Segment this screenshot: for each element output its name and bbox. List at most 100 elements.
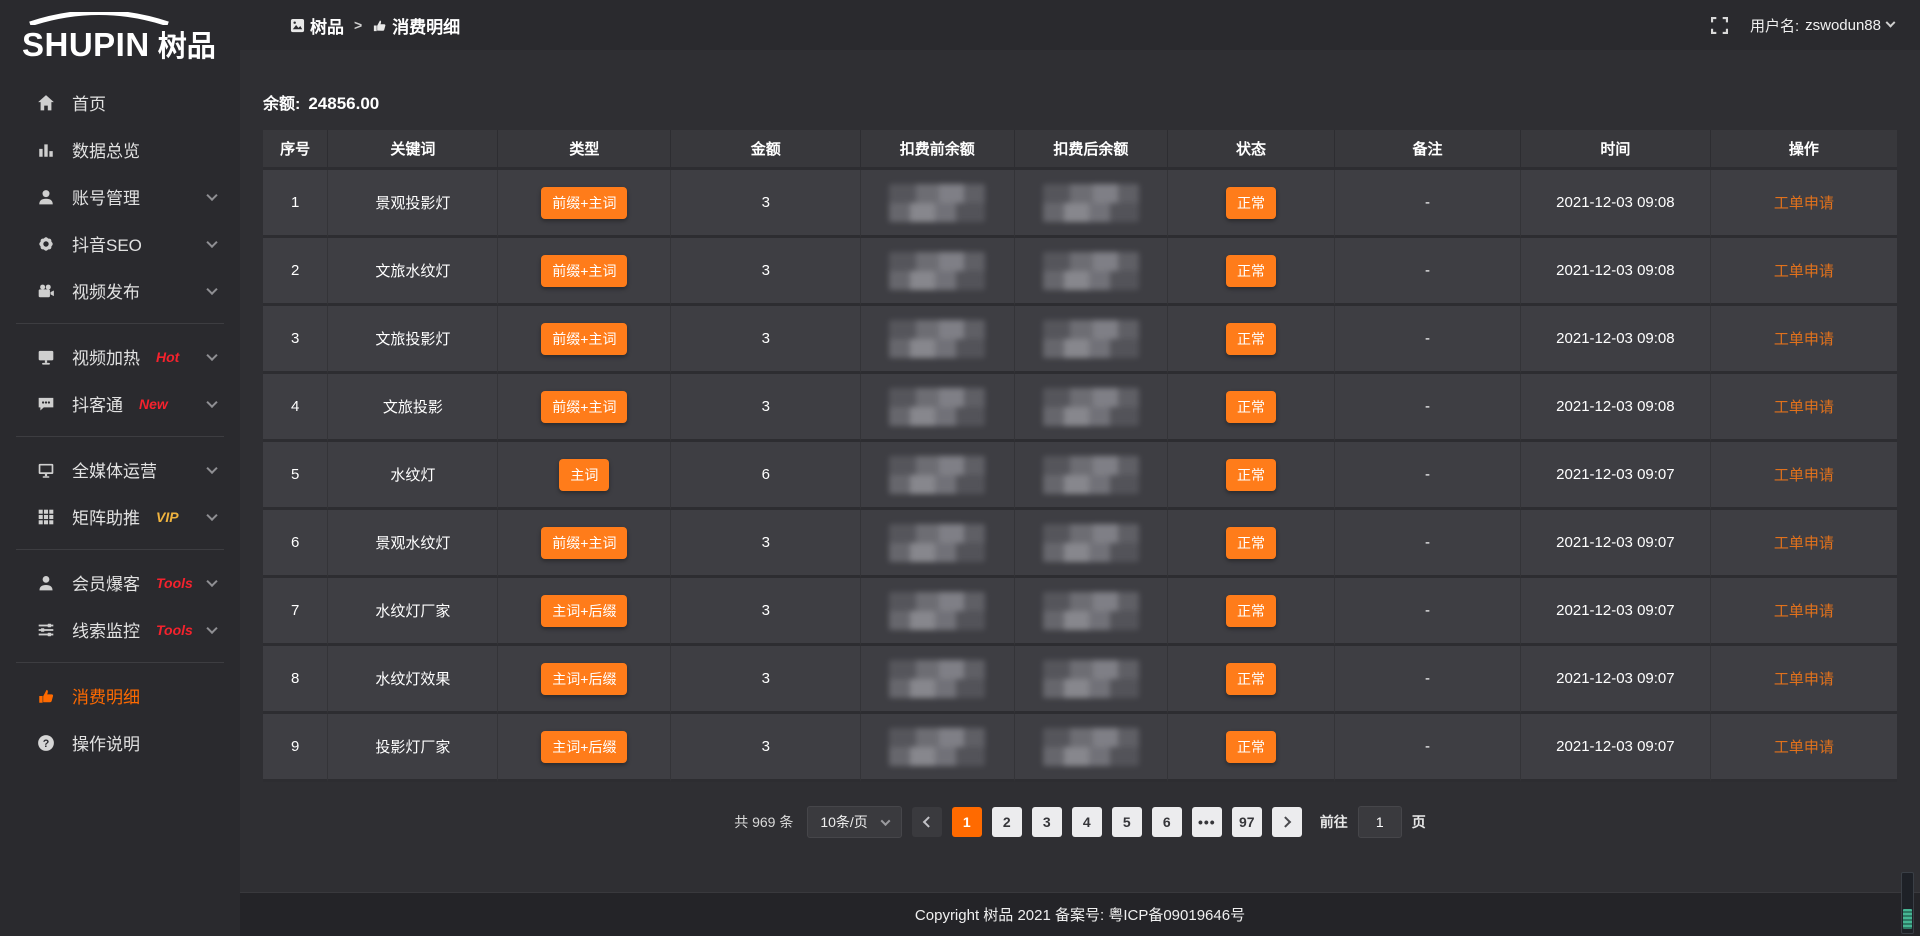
work-order-link[interactable]: 工单申请: [1774, 535, 1834, 552]
sidebar-menu: 首页 数据总览 账号管理 抖音SEO 视频发布: [0, 79, 240, 766]
cell-seq: 3: [263, 306, 328, 374]
total-count: 共 969 条: [734, 812, 793, 832]
cell-remark: -: [1335, 306, 1521, 374]
user-menu[interactable]: 用户名: zswodun88: [1750, 15, 1894, 36]
cell-action: 工单申请: [1711, 374, 1897, 442]
next-page-button[interactable]: [1272, 807, 1302, 837]
cell-type: 主词+后缀: [498, 646, 671, 714]
scrollbar[interactable]: [1901, 872, 1914, 934]
cell-keyword: 水纹灯效果: [328, 646, 498, 714]
cell-amount: 3: [671, 374, 861, 442]
masked-value: [1043, 592, 1139, 630]
work-order-link[interactable]: 工单申请: [1774, 263, 1834, 280]
hot-tag: Hot: [156, 349, 179, 365]
work-order-link[interactable]: 工单申请: [1774, 195, 1834, 212]
type-badge: 主词: [559, 459, 609, 491]
sidebar-item-consumption-details[interactable]: 消费明细: [0, 672, 240, 719]
sidebar-item-video-heating[interactable]: 视频加热 Hot: [0, 333, 240, 380]
sidebar-item-home[interactable]: 首页: [0, 79, 240, 126]
page-button-97[interactable]: 97: [1232, 807, 1262, 837]
page-button-4[interactable]: 4: [1072, 807, 1102, 837]
cell-remark: -: [1335, 374, 1521, 442]
page-button-1[interactable]: 1: [952, 807, 982, 837]
chevron-down-icon: [206, 189, 217, 200]
cell-balance-after: [1015, 578, 1169, 646]
breadcrumb-label: 消费明细: [392, 13, 460, 38]
masked-value: [889, 184, 985, 222]
masked-value: [1043, 184, 1139, 222]
sidebar-item-label: 抖客通: [72, 391, 123, 416]
page-button-3[interactable]: 3: [1032, 807, 1062, 837]
chevron-down-icon: [206, 575, 217, 586]
cell-amount: 3: [671, 646, 861, 714]
sidebar-item-data-overview[interactable]: 数据总览: [0, 126, 240, 173]
sidebar-item-label: 视频发布: [72, 278, 140, 303]
work-order-link[interactable]: 工单申请: [1774, 467, 1834, 484]
more-pages-button[interactable]: •••: [1192, 807, 1222, 837]
sidebar-item-all-media-operation[interactable]: 全媒体运营: [0, 446, 240, 493]
cell-time: 2021-12-03 09:07: [1521, 510, 1711, 578]
col-header-remark: 备注: [1335, 130, 1521, 170]
work-order-link[interactable]: 工单申请: [1774, 603, 1834, 620]
sidebar: SHUPIN 树品 首页 数据总览 账号管理: [0, 0, 240, 936]
chevron-down-icon: [880, 816, 890, 826]
sidebar-item-label: 线索监控: [72, 617, 140, 642]
cell-amount: 6: [671, 442, 861, 510]
top-header: 树品 > 消费明细 用户名: zswodun88: [240, 0, 1920, 50]
cell-balance-after: [1015, 442, 1169, 510]
scrollbar-thumb[interactable]: [1903, 909, 1912, 929]
sidebar-item-account-management[interactable]: 账号管理: [0, 173, 240, 220]
sidebar-item-label: 会员爆客: [72, 570, 140, 595]
cell-status: 正常: [1168, 646, 1335, 714]
sidebar-item-label: 抖音SEO: [72, 231, 142, 256]
work-order-link[interactable]: 工单申请: [1774, 331, 1834, 348]
table-row: 3 文旅投影灯 前缀+主词 3 正常 - 2021-12-03 09:08 工单…: [263, 306, 1897, 374]
table-row: 9 投影灯厂家 主词+后缀 3 正常 - 2021-12-03 09:07 工单…: [263, 714, 1897, 782]
sidebar-item-lead-monitoring[interactable]: 线索监控 Tools: [0, 606, 240, 653]
sidebar-item-matrix-boost[interactable]: 矩阵助推 VIP: [0, 493, 240, 540]
sidebar-item-member-baoke[interactable]: 会员爆客 Tools: [0, 559, 240, 606]
sidebar-item-label: 操作说明: [72, 730, 140, 755]
cell-seq: 4: [263, 374, 328, 442]
sidebar-item-douketong[interactable]: 抖客通 New: [0, 380, 240, 427]
balance-value: 24856.00: [308, 94, 379, 114]
cell-remark: -: [1335, 646, 1521, 714]
cell-remark: -: [1335, 510, 1521, 578]
work-order-link[interactable]: 工单申请: [1774, 399, 1834, 416]
sidebar-item-video-publish[interactable]: 视频发布: [0, 267, 240, 314]
cell-action: 工单申请: [1711, 714, 1897, 782]
bar-chart-icon: [36, 140, 56, 160]
breadcrumb-home[interactable]: 树品: [290, 13, 344, 38]
chevron-left-icon: [923, 816, 934, 827]
new-tag: New: [139, 396, 168, 412]
table-row: 5 水纹灯 主词 6 正常 - 2021-12-03 09:07 工单申请: [263, 442, 1897, 510]
status-badge: 正常: [1226, 595, 1276, 627]
cell-action: 工单申请: [1711, 442, 1897, 510]
cell-type: 前缀+主词: [498, 374, 671, 442]
cell-balance-after: [1015, 646, 1169, 714]
prev-page-button[interactable]: [912, 807, 942, 837]
logo-text-cn: 树品: [158, 23, 216, 65]
cell-remark: -: [1335, 578, 1521, 646]
cell-keyword: 景观水纹灯: [328, 510, 498, 578]
copyright-text: Copyright 树品 2021 备案号: 粤ICP备09019646号: [915, 904, 1245, 925]
type-badge: 前缀+主词: [541, 527, 627, 559]
work-order-link[interactable]: 工单申请: [1774, 671, 1834, 688]
home-icon: [36, 93, 56, 113]
page-button-5[interactable]: 5: [1112, 807, 1142, 837]
page-button-2[interactable]: 2: [992, 807, 1022, 837]
page-button-6[interactable]: 6: [1152, 807, 1182, 837]
menu-divider: [16, 549, 224, 550]
fullscreen-button[interactable]: [1711, 17, 1728, 34]
work-order-link[interactable]: 工单申请: [1774, 739, 1834, 756]
sidebar-item-douyin-seo[interactable]: 抖音SEO: [0, 220, 240, 267]
breadcrumb-current[interactable]: 消费明细: [372, 13, 460, 38]
page-size-select[interactable]: 10条/页: [807, 806, 901, 838]
tools-tag: Tools: [156, 575, 193, 591]
question-circle-icon: ?: [36, 733, 56, 753]
masked-value: [1043, 320, 1139, 358]
goto-page: 前往 页: [1320, 806, 1426, 838]
goto-page-input[interactable]: [1358, 806, 1402, 838]
sidebar-item-instructions[interactable]: ? 操作说明: [0, 719, 240, 766]
cell-balance-before: [861, 578, 1015, 646]
